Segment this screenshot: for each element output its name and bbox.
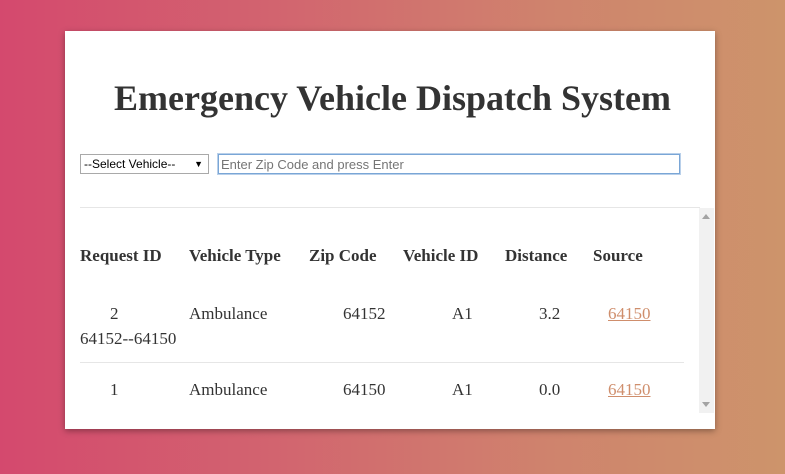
- zip-code-value: 64150: [343, 380, 386, 399]
- results-table-container[interactable]: Request ID Vehicle Type Zip Code Vehicle…: [80, 208, 714, 413]
- header-request-id: Request ID: [80, 246, 162, 265]
- zip-code-input[interactable]: [217, 153, 681, 175]
- cell-source: 64150: [593, 304, 684, 363]
- header-distance: Distance: [505, 246, 568, 265]
- distance-value: 0.0: [539, 380, 561, 399]
- table-row: 1 Ambulance 64150 A1 0.0 64150: [80, 363, 684, 414]
- request-route-value: 64152--64150: [80, 329, 177, 348]
- request-id-value: 1: [110, 380, 119, 399]
- scroll-down-arrow-icon[interactable]: [702, 402, 710, 407]
- cell-distance: 3.2: [505, 304, 593, 363]
- vehicle-select-value: --Select Vehicle--: [84, 157, 176, 171]
- cell-vehicle-id: A1: [403, 304, 505, 363]
- cell-zip-code: 64150: [309, 363, 403, 414]
- header-zip-code: Zip Code: [309, 246, 377, 265]
- request-id-value: 2: [110, 304, 119, 323]
- scroll-up-arrow-icon[interactable]: [702, 214, 710, 219]
- vehicle-id-value: A1: [452, 380, 473, 399]
- header-vehicle-id: Vehicle ID: [403, 246, 479, 265]
- page-title: Emergency Vehicle Dispatch System: [114, 78, 671, 118]
- vehicle-select[interactable]: --Select Vehicle-- ▼: [80, 154, 209, 174]
- table-row: 2 64152--64150 Ambulance 64152 A1 3.2 64…: [80, 304, 684, 363]
- dropdown-arrow-icon: ▼: [194, 159, 203, 169]
- cell-zip-code: 64152: [309, 304, 403, 363]
- cell-request-id: 1: [80, 363, 189, 414]
- cell-request-id: 2 64152--64150: [80, 304, 189, 363]
- results-table: Request ID Vehicle Type Zip Code Vehicle…: [80, 208, 684, 413]
- header-vehicle-type: Vehicle Type: [189, 246, 281, 265]
- cell-distance: 0.0: [505, 363, 593, 414]
- header-source: Source: [593, 246, 643, 265]
- cell-vehicle-id: A1: [403, 363, 505, 414]
- vertical-scrollbar[interactable]: [699, 208, 714, 413]
- vehicle-id-value: A1: [452, 304, 473, 323]
- source-link[interactable]: 64150: [608, 304, 651, 323]
- cell-vehicle-type: Ambulance: [189, 380, 268, 399]
- source-link[interactable]: 64150: [608, 380, 651, 399]
- zip-code-value: 64152: [343, 304, 386, 323]
- table-header-row: Request ID Vehicle Type Zip Code Vehicle…: [80, 208, 684, 304]
- cell-source: 64150: [593, 363, 684, 414]
- distance-value: 3.2: [539, 304, 561, 323]
- cell-vehicle-type: Ambulance: [189, 304, 268, 323]
